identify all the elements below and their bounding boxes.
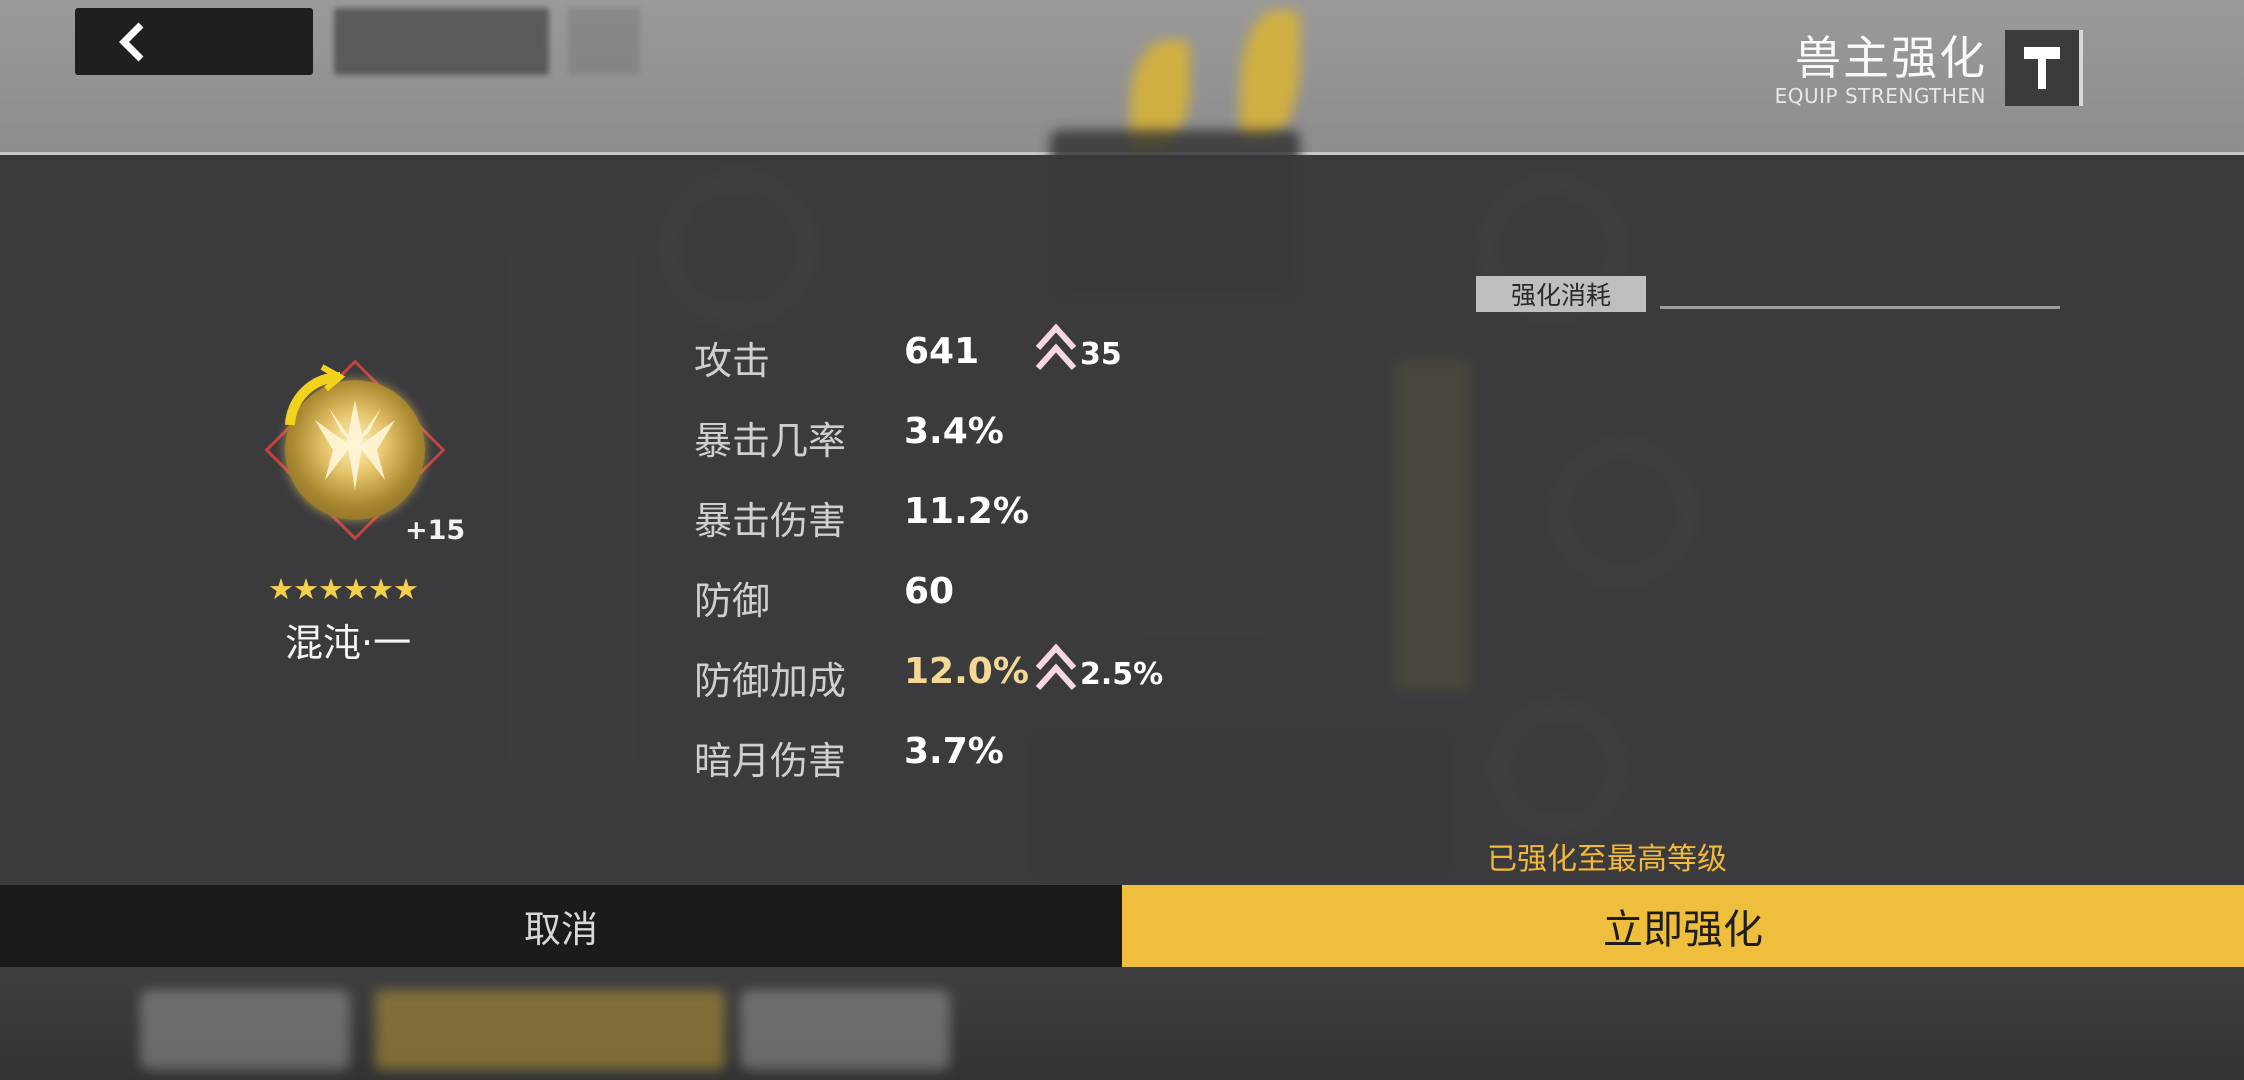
page-title: 兽主强化 [1795,31,1987,85]
max-level-message: 已强化至最高等级 [1487,842,1727,877]
stat-value-defense: 60 [904,571,955,612]
background-tab [375,990,725,1070]
stat-value-dark-moon-damage: 3.7% [904,731,1004,772]
stat-value-defense-bonus: 12.0% [904,651,1029,692]
cancel-button[interactable]: 取消 [0,885,1122,967]
stat-label-crit-rate: 暴击几率 [694,419,847,463]
top-tab [568,8,640,75]
stat-label-defense: 防御 [694,579,771,623]
hammer-icon [2005,30,2083,106]
top-tab [334,8,549,75]
chevron-left-icon [119,22,144,61]
strengthen-now-button[interactable]: 立即强化 [1122,885,2244,967]
stat-increase-value: 2.5% [1080,657,1164,692]
level-arc-icon [285,364,346,426]
item-name: 混沌·一 [285,621,412,665]
stat-increase-defense-bonus: 2.5% [1034,642,1163,694]
background-tab [740,990,950,1070]
cost-divider [1660,306,2060,309]
item-star-rating: ★★★★★★ [268,572,419,606]
cost-label: 强化消耗 [1476,276,1646,312]
stat-increase-attack: 35 [1034,322,1122,374]
page-subtitle: EQUIP STRENGTHEN [1774,84,1986,108]
stat-label-defense-bonus: 防御加成 [694,659,847,703]
double-up-arrow-icon [1035,323,1077,371]
stat-value-crit-damage: 11.2% [904,491,1029,532]
stat-increase-value: 35 [1080,337,1122,372]
back-button[interactable] [75,8,313,75]
stat-label-dark-moon-damage: 暗月伤害 [694,739,847,783]
double-up-arrow-icon [1035,643,1077,691]
stat-value-crit-rate: 3.4% [904,411,1004,452]
stat-label-crit-damage: 暴击伤害 [694,499,847,543]
background-tab [140,990,350,1070]
item-level: +15 [405,515,466,546]
stat-label-attack: 攻击 [694,339,771,383]
stat-value-attack: 641 [904,331,980,372]
